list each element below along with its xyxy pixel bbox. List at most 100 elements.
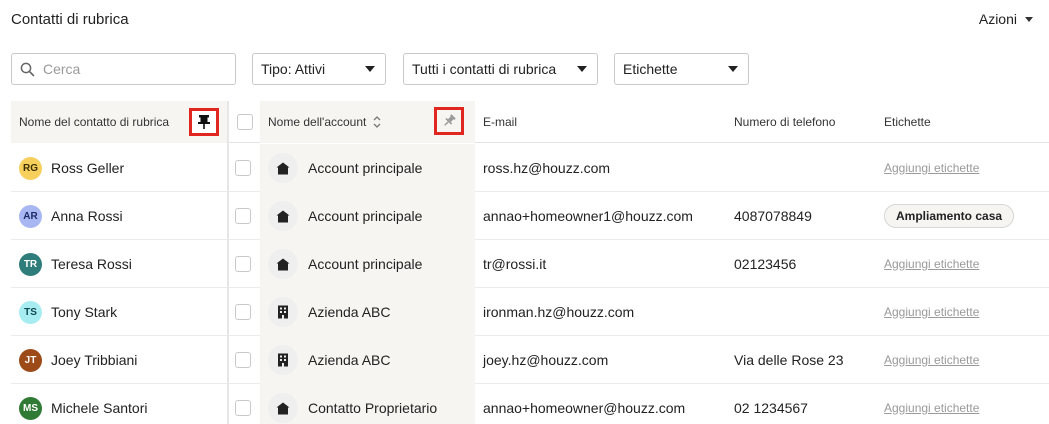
add-tags-link[interactable]: Aggiungi etichette — [884, 401, 979, 415]
row-checkbox[interactable] — [235, 256, 251, 272]
row-checkbox[interactable] — [235, 160, 251, 176]
type-filter-select[interactable]: Tipo: Attivi — [252, 53, 386, 85]
tags-cell: Ampliamento casa — [884, 192, 1044, 240]
avatar: AR — [19, 204, 42, 228]
filter-bar: Tipo: Attivi Tutti i contatti di rubrica… — [0, 53, 1049, 85]
search-box[interactable] — [11, 53, 236, 85]
column-header-email: E-mail — [483, 101, 723, 143]
pinned-column-divider — [227, 101, 229, 424]
avatar: JT — [19, 348, 42, 372]
actions-menu-button[interactable]: Azioni — [979, 11, 1033, 27]
account-name: Account principale — [308, 208, 423, 224]
tag-chip[interactable]: Ampliamento casa — [884, 204, 1015, 228]
contact-name[interactable]: Tony Stark — [51, 304, 117, 320]
email-cell: tr@rossi.it — [483, 240, 728, 288]
row-select-cell — [235, 384, 257, 424]
row-select-cell — [235, 192, 257, 240]
chevron-down-icon — [577, 66, 587, 72]
contact-name-cell[interactable]: AR Anna Rossi — [11, 192, 227, 240]
avatar: MS — [19, 396, 42, 420]
table-row[interactable]: JT Joey Tribbiani Azienda ABC joey.hz@ho… — [11, 336, 1049, 384]
column-header-phone: Numero di telefono — [734, 101, 874, 143]
email: joey.hz@houzz.com — [483, 352, 609, 368]
phone: 02123456 — [734, 256, 797, 272]
contact-name[interactable]: Teresa Rossi — [51, 256, 132, 272]
contact-name[interactable]: Anna Rossi — [51, 208, 123, 224]
email-cell: annao+homeowner@houzz.com — [483, 384, 728, 424]
email-cell: ross.hz@houzz.com — [483, 144, 728, 192]
add-tags-link[interactable]: Aggiungi etichette — [884, 257, 979, 271]
top-bar: Contatti di rubrica Azioni — [0, 0, 1049, 44]
contact-name[interactable]: Ross Geller — [51, 160, 124, 176]
add-tags-link[interactable]: Aggiungi etichette — [884, 353, 979, 367]
account-name: Azienda ABC — [308, 352, 391, 368]
table-row[interactable]: RG Ross Geller Account principale ross.h… — [11, 144, 1049, 192]
contact-name-cell[interactable]: JT Joey Tribbiani — [11, 336, 227, 384]
building-icon — [268, 345, 298, 375]
row-select-cell — [235, 240, 257, 288]
phone-cell: 02123456 — [734, 240, 879, 288]
row-checkbox[interactable] — [235, 400, 251, 416]
table-row[interactable]: TS Tony Stark Azienda ABC ironman.hz@hou… — [11, 288, 1049, 336]
account-name: Account principale — [308, 160, 423, 176]
avatar: RG — [19, 156, 42, 180]
column-header-tags-label: Etichette — [884, 115, 931, 129]
actions-label: Azioni — [978, 11, 1017, 27]
table-row[interactable]: TR Teresa Rossi Account principale tr@ro… — [11, 240, 1049, 288]
tags-cell: Aggiungi etichette — [884, 288, 1044, 336]
tags-filter-value: Etichette — [623, 61, 678, 77]
building-icon — [268, 297, 298, 327]
tags-cell: Aggiungi etichette — [884, 336, 1044, 384]
house-icon — [268, 153, 298, 183]
row-select-cell — [235, 144, 257, 192]
email-cell: joey.hz@houzz.com — [483, 336, 728, 384]
house-icon — [268, 201, 298, 231]
contacts-filter-value: Tutti i contatti di rubrica — [412, 61, 557, 77]
select-all-cell — [237, 101, 257, 143]
select-all-checkbox[interactable] — [237, 114, 253, 130]
tags-cell: Aggiungi etichette — [884, 240, 1044, 288]
sort-icon[interactable] — [372, 115, 382, 129]
pin-account-column-button[interactable] — [434, 107, 464, 135]
column-header-tags: Etichette — [884, 101, 1034, 143]
tags-cell: Aggiungi etichette — [884, 144, 1044, 192]
row-select-cell — [235, 288, 257, 336]
account-name-cell: Account principale — [260, 192, 475, 240]
table-row[interactable]: MS Michele Santori Contatto Proprietario… — [11, 384, 1049, 424]
phone-cell: 02 1234567 — [734, 384, 879, 424]
type-filter-value: Tipo: Attivi — [261, 61, 326, 77]
column-header-phone-label: Numero di telefono — [734, 115, 836, 129]
tags-filter-select[interactable]: Etichette — [614, 53, 749, 85]
chevron-down-icon — [365, 66, 375, 72]
email: tr@rossi.it — [483, 256, 547, 272]
phone: 02 1234567 — [734, 400, 808, 416]
row-checkbox[interactable] — [235, 208, 251, 224]
table-row[interactable]: AR Anna Rossi Account principale annao+h… — [11, 192, 1049, 240]
contact-name-cell[interactable]: MS Michele Santori — [11, 384, 227, 424]
search-input[interactable] — [43, 61, 223, 77]
phone-cell — [734, 288, 879, 336]
pin-icon — [198, 115, 210, 129]
house-icon — [268, 249, 298, 279]
contact-name-cell[interactable]: TR Teresa Rossi — [11, 240, 227, 288]
contacts-filter-select[interactable]: Tutti i contatti di rubrica — [403, 53, 598, 85]
account-name-cell: Azienda ABC — [260, 336, 475, 384]
row-checkbox[interactable] — [235, 304, 251, 320]
avatar: TS — [19, 300, 42, 324]
pin-name-column-button[interactable] — [189, 108, 219, 136]
house-icon — [268, 393, 298, 423]
contact-name-cell[interactable]: TS Tony Stark — [11, 288, 227, 336]
contact-name[interactable]: Joey Tribbiani — [51, 352, 137, 368]
account-name-cell: Account principale — [260, 240, 475, 288]
contact-name-cell[interactable]: RG Ross Geller — [11, 144, 227, 192]
email: ross.hz@houzz.com — [483, 160, 611, 176]
pin-outline-icon — [444, 114, 456, 126]
add-tags-link[interactable]: Aggiungi etichette — [884, 161, 979, 175]
row-checkbox[interactable] — [235, 352, 251, 368]
contact-name[interactable]: Michele Santori — [51, 400, 148, 416]
account-name: Account principale — [308, 256, 423, 272]
add-tags-link[interactable]: Aggiungi etichette — [884, 305, 979, 319]
phone-cell: 4087078849 — [734, 192, 879, 240]
email: ironman.hz@houzz.com — [483, 304, 635, 320]
email: annao+homeowner1@houzz.com — [483, 208, 693, 224]
